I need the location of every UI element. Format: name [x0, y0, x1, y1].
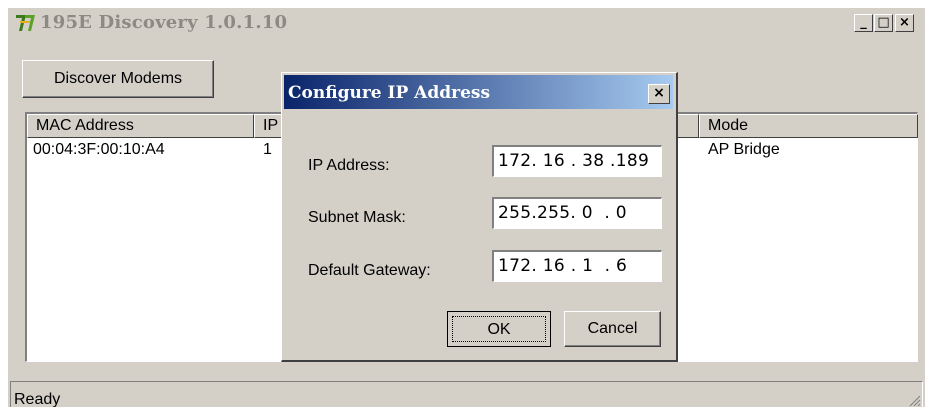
default-gateway-field[interactable]: 172. 16 . 1 . 6 [492, 250, 662, 282]
ok-button-label: OK [452, 316, 546, 342]
mode-cell: AP Bridge [708, 141, 780, 158]
window-title: 195E Discovery 1.0.1.10 [40, 12, 288, 33]
app-logo-icon [16, 15, 35, 31]
status-bar: Ready [10, 381, 923, 407]
column-header-mode[interactable]: Mode [699, 114, 918, 138]
subnet-mask-field[interactable]: 255.255. 0 . 0 [492, 197, 662, 229]
mac-cell: 00:04:3F:00:10:A4 [33, 141, 165, 158]
resize-grip-icon[interactable] [907, 393, 921, 407]
ok-button[interactable]: OK [447, 311, 551, 347]
minimize-button[interactable]: _ [854, 14, 873, 32]
ip-cell: 1 [263, 141, 272, 158]
dialog-close-button[interactable]: × [648, 84, 670, 104]
default-gateway-label: Default Gateway: [308, 262, 431, 279]
dialog-title: Configure IP Address [288, 83, 491, 103]
close-button[interactable]: × [895, 14, 914, 32]
column-header-mac[interactable]: MAC Address [27, 114, 254, 138]
maximize-button[interactable]: □ [874, 14, 893, 32]
main-window: 195E Discovery 1.0.1.10 _ □ × Discover M… [8, 8, 925, 407]
subnet-mask-label: Subnet Mask: [308, 209, 406, 226]
discover-modems-button[interactable]: Discover Modems [22, 60, 214, 98]
cancel-button[interactable]: Cancel [564, 311, 661, 347]
status-text: Ready [14, 391, 61, 407]
title-bar[interactable]: 195E Discovery 1.0.1.10 _ □ × [8, 8, 925, 38]
ip-address-field[interactable]: 172. 16 . 38 .189 [492, 145, 662, 177]
dialog-title-bar[interactable]: Configure IP Address × [284, 75, 673, 109]
ip-address-label: IP Address: [308, 157, 390, 174]
configure-ip-dialog: Configure IP Address × IP Address: 172. … [281, 72, 678, 362]
